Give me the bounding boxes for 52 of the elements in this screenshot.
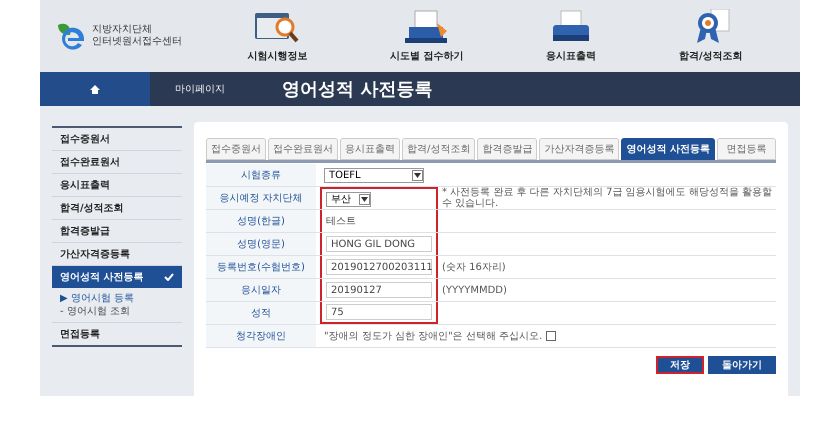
field-label: 청각장애인 <box>206 325 316 347</box>
sidebar-subitem[interactable]: ▶ 영어시험 등록 <box>52 288 182 305</box>
action-button[interactable]: 돌아가기 <box>708 356 776 374</box>
select-field[interactable]: TOEFL <box>324 168 424 182</box>
field-label: 성적 <box>206 302 316 324</box>
sidebar-item[interactable]: 응시표출력 <box>52 174 182 196</box>
field-label: 성명(한글) <box>206 210 316 232</box>
sidebar-item[interactable]: 합격/성적조회 <box>52 197 182 219</box>
check-icon <box>164 273 174 281</box>
action-button[interactable]: 저장 <box>656 356 704 374</box>
logo-title: 지방자치단체 <box>92 24 153 36</box>
select-field[interactable]: 부산 <box>326 192 371 206</box>
field-label: 성명(영문) <box>206 233 316 255</box>
field-note: * 사전등록 완료 후 다른 자치단체의 7급 임용시험에도 해당성적을 활용할 수 있습니다. <box>442 187 773 209</box>
sidebar-item[interactable]: 영어성적 사전등록 <box>52 266 182 288</box>
top-menu-item[interactable]: 합격/성적조회 <box>678 8 743 64</box>
logo-subtitle: 인터넷원서접수센터 <box>92 36 182 48</box>
field-note: "장애의 정도가 심한 장애인"은 선택해 주십시오. <box>324 330 542 342</box>
sidebar-item[interactable]: 가산자격증등록 <box>52 243 182 265</box>
sidebar-item[interactable]: 면접등록 <box>52 323 182 345</box>
field-label: 등록번호(수험번호) <box>206 256 316 278</box>
tab[interactable]: 합격증발급 <box>477 138 538 160</box>
tab[interactable]: 면접등록 <box>716 138 776 160</box>
tab[interactable]: 영어성적 사전등록 <box>621 138 715 160</box>
field-value: 테스트 <box>326 214 356 228</box>
input-field[interactable]: HONG GIL DONG <box>326 236 432 252</box>
field-note: (숫자 16자리) <box>442 262 506 272</box>
field-note: (YYYYMMDD) <box>442 284 507 296</box>
sidebar-item[interactable]: 접수완료원서 <box>52 151 182 173</box>
checkbox[interactable] <box>546 331 556 341</box>
tab[interactable]: 합격/성적조회 <box>402 138 476 160</box>
field-label: 시험종류 <box>206 164 316 186</box>
tab[interactable]: 접수완료원서 <box>268 138 338 160</box>
home-icon[interactable] <box>90 84 100 94</box>
tab[interactable]: 응시표출력 <box>340 138 400 160</box>
field-label: 응시예정 자치단체 <box>206 187 316 209</box>
field-label: 응시일자 <box>206 279 316 301</box>
top-menu-item[interactable]: 시험시행정보 <box>247 8 308 64</box>
caret-icon <box>361 196 368 202</box>
sidebar-item[interactable]: 합격증발급 <box>52 220 182 242</box>
sidebar-item[interactable]: 접수중원서 <box>52 128 182 150</box>
tab[interactable]: 가산자격증등록 <box>539 138 620 160</box>
input-field[interactable]: 20190127 <box>326 282 432 298</box>
page-title: 영어성적 사전등록 <box>282 78 432 102</box>
tab[interactable]: 접수중원서 <box>206 138 266 160</box>
input-field[interactable]: 2019012700203111 <box>326 259 432 275</box>
top-menu-item[interactable]: 응시표출력 <box>546 8 596 64</box>
input-field[interactable]: 75 <box>326 304 432 320</box>
breadcrumb-link[interactable]: 마이페이지 <box>150 82 250 96</box>
top-menu-item[interactable]: 시도별 접수하기 <box>390 8 464 64</box>
sidebar-subitem[interactable]: - 영어시험 조회 <box>52 305 182 322</box>
caret-icon <box>414 172 421 178</box>
